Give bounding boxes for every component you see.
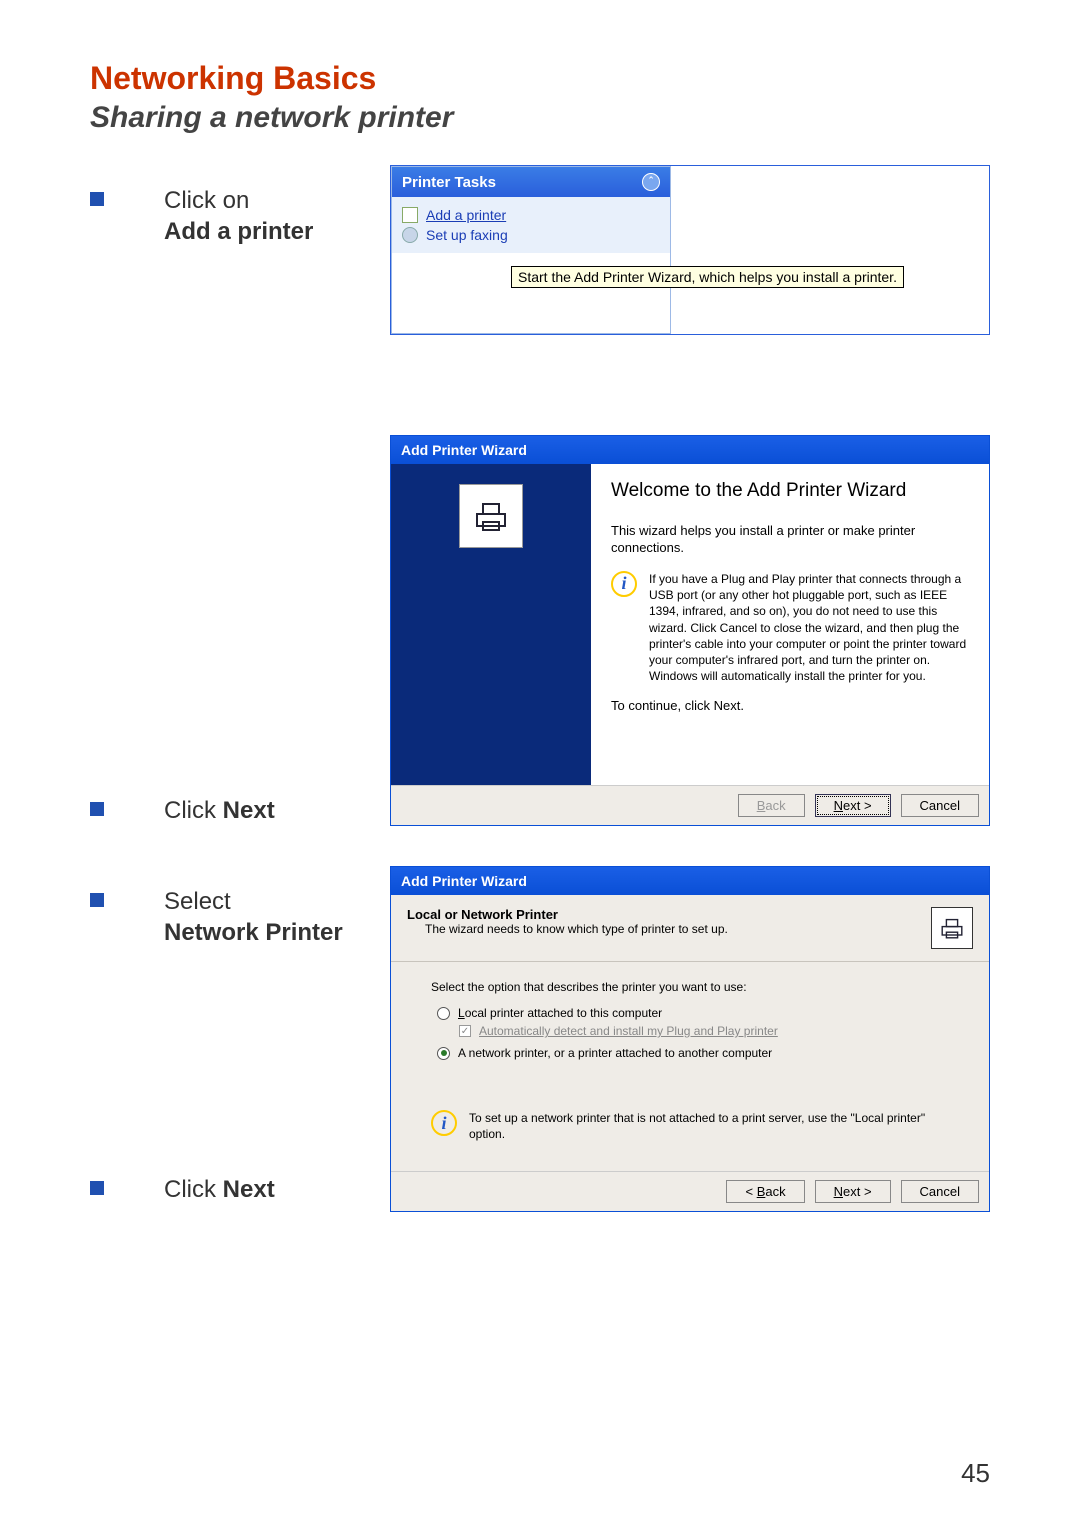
checkbox-icon: ✓ [459, 1025, 471, 1037]
info-icon: i [611, 571, 637, 597]
page-heading: Networking Basics [90, 60, 990, 97]
page-number: 45 [961, 1458, 990, 1489]
wizard1-sidebar [391, 464, 591, 785]
page-subheading: Sharing a network printer [90, 101, 990, 135]
wizard1-button-bar: Back Next > Cancel [391, 785, 989, 825]
add-printer-wizard-welcome: Add Printer Wizard Welcome to the Add Pr… [390, 435, 990, 826]
wizard2-header-title: Local or Network Printer [407, 907, 728, 922]
radio-network-printer[interactable]: A network printer, or a printer attached… [437, 1046, 949, 1060]
add-a-printer-link[interactable]: Add a printer [426, 207, 506, 223]
add-printer-wizard-network: Add Printer Wizard Local or Network Prin… [390, 866, 990, 1211]
bullet-icon [90, 1181, 104, 1195]
step2-bold: Next [223, 797, 275, 824]
step1-bold: Add a printer [164, 218, 313, 245]
back-button[interactable]: < Back [726, 1180, 804, 1203]
info-icon: i [431, 1110, 457, 1136]
wizard2-info-text: To set up a network printer that is not … [469, 1110, 949, 1142]
cancel-button[interactable]: Cancel [901, 794, 979, 817]
step1-text: Click on [164, 187, 249, 214]
wizard1-titlebar: Add Printer Wizard [391, 436, 989, 464]
wizard2-prompt: Select the option that describes the pri… [431, 980, 949, 994]
printer-icon [459, 484, 523, 548]
printer-icon [931, 907, 973, 949]
next-button[interactable]: Next > [815, 1180, 891, 1203]
set-up-faxing-row[interactable]: Set up faxing [402, 225, 660, 245]
bullet-icon [90, 802, 104, 816]
checkbox-auto-detect-label: Automatically detect and install my Plug… [479, 1024, 778, 1038]
printer-tasks-header: Printer Tasks ˆ [392, 167, 670, 197]
set-up-faxing-link[interactable]: Set up faxing [426, 227, 508, 243]
bullet-icon [90, 192, 104, 206]
wizard2-header-sub: The wizard needs to know which type of p… [425, 922, 728, 936]
printer-tasks-box: Printer Tasks ˆ Add a printer Set up fax… [391, 166, 671, 334]
bullet-icon [90, 893, 104, 907]
printer-tasks-panel: Printer Tasks ˆ Add a printer Set up fax… [390, 165, 990, 335]
wizard1-info-text: If you have a Plug and Play printer that… [649, 571, 969, 684]
collapse-icon[interactable]: ˆ [642, 173, 660, 191]
wizard1-intro: This wizard helps you install a printer … [611, 523, 969, 557]
fax-icon [402, 227, 418, 243]
add-printer-icon [402, 207, 418, 223]
wizard2-header: Local or Network Printer The wizard need… [391, 895, 989, 962]
radio-icon [437, 1047, 450, 1060]
printer-tasks-title: Printer Tasks [402, 174, 496, 191]
checkbox-auto-detect: ✓ Automatically detect and install my Pl… [459, 1024, 949, 1038]
cancel-button[interactable]: Cancel [901, 1180, 979, 1203]
step4-bold: Next [223, 1176, 275, 1203]
step3-bold: Network Printer [164, 919, 343, 946]
instruction-step-1: Click on Add a printer [90, 185, 390, 247]
step3-text: Select [164, 888, 231, 915]
step2-text: Click [164, 797, 223, 824]
wizard2-titlebar: Add Printer Wizard [391, 867, 989, 895]
add-printer-tooltip: Start the Add Printer Wizard, which help… [511, 266, 904, 288]
wizard1-welcome-heading: Welcome to the Add Printer Wizard [611, 480, 969, 503]
wizard2-button-bar: < Back Next > Cancel [391, 1171, 989, 1211]
back-button: Back [738, 794, 805, 817]
radio-network-printer-label: A network printer, or a printer attached… [458, 1046, 772, 1060]
next-button[interactable]: Next > [815, 794, 891, 817]
radio-icon [437, 1007, 450, 1020]
add-a-printer-link-row[interactable]: Add a printer [402, 205, 660, 225]
radio-local-printer[interactable]: Local printer attached to this computer [437, 1006, 949, 1020]
step4-text: Click [164, 1176, 223, 1203]
wizard1-continue: To continue, click Next. [611, 698, 969, 715]
